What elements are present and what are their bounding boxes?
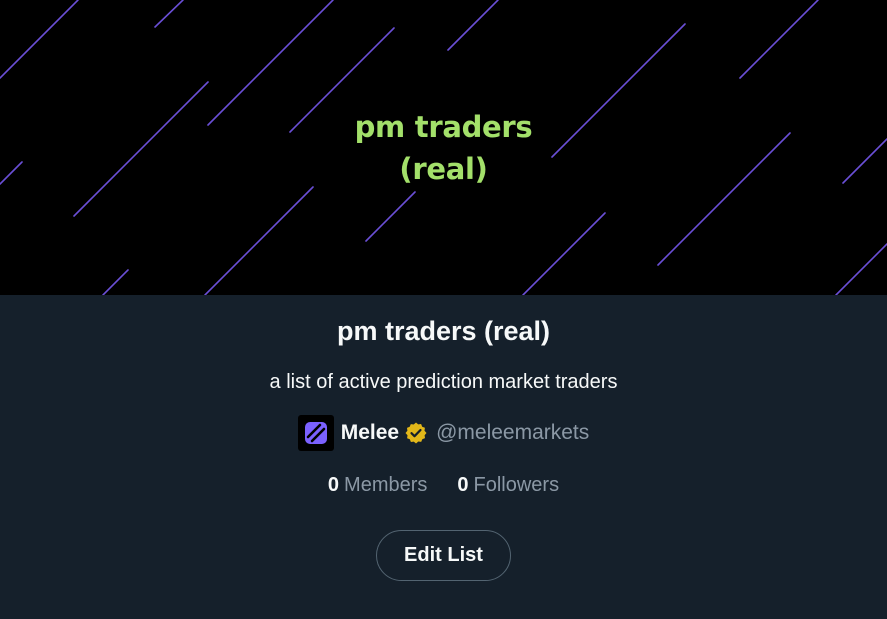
members-count: 0 [327,473,340,496]
list-page: pm traders (real) pm traders (real) a li… [0,0,887,619]
banner-title-line1: pm traders [354,110,533,144]
verified-badge-icon [405,422,427,444]
banner-title-line2: (real) [399,152,488,186]
members-stat[interactable]: 0 Members [328,474,427,497]
list-description: a list of active prediction market trade… [269,371,618,393]
owner-handle[interactable]: @meleemarkets [436,421,589,445]
melee-logo-icon[interactable] [297,415,334,451]
banner-title: pm traders (real) [0,106,887,190]
melee-logo-glyph [304,422,327,444]
followers-count: 0 [457,473,469,496]
edit-list-button[interactable]: Edit List [376,530,511,581]
list-owner: Melee @meleemarkets [0,414,887,452]
owner-name[interactable]: Melee [341,421,399,445]
followers-label: Followers [473,473,560,496]
list-banner: pm traders (real) [0,0,887,295]
list-stats: 0 Members 0 Followers [0,471,887,499]
list-title: pm traders (real) [336,316,551,346]
members-label: Members [344,473,428,496]
followers-stat[interactable]: 0 Followers [457,474,559,497]
